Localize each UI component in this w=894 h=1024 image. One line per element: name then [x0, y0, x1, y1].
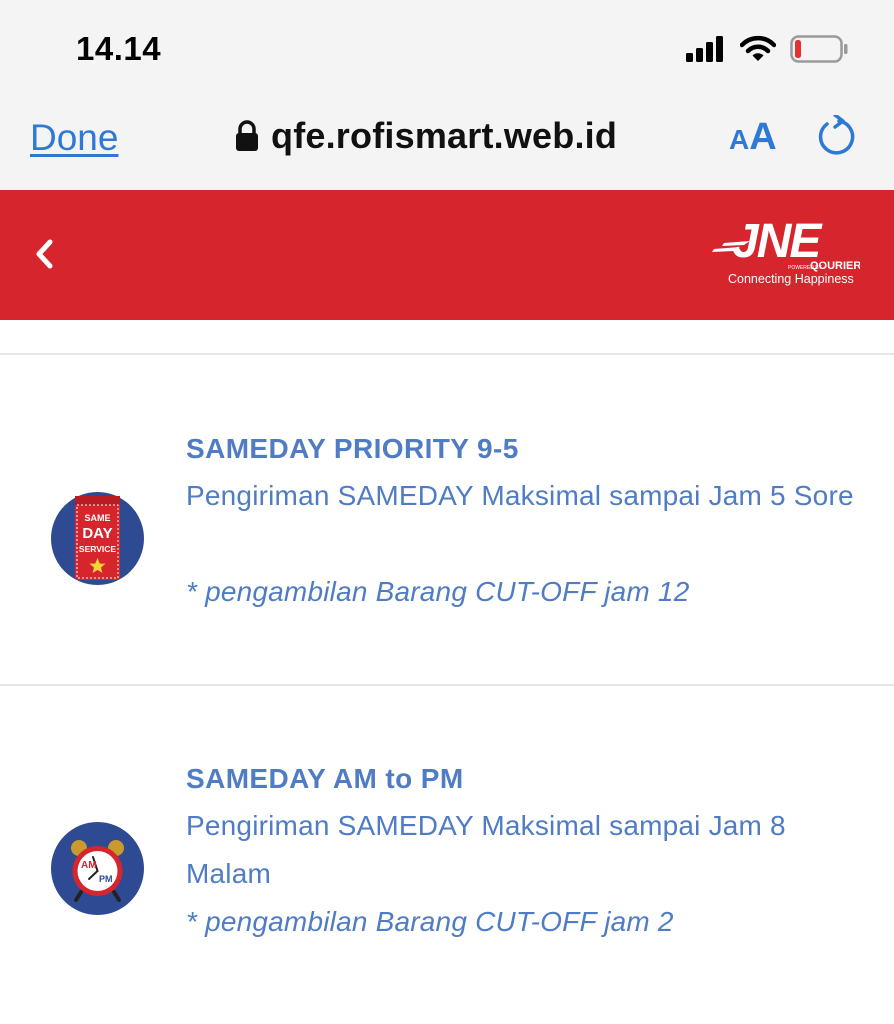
clock-text-am: AM	[81, 860, 97, 871]
alarm-clock-icon: AM PM	[51, 822, 144, 915]
service-note: * pengambilan Barang CUT-OFF jam 12	[186, 576, 690, 607]
badge-text-day: DAY	[82, 525, 112, 542]
back-chevron-icon[interactable]	[30, 234, 60, 274]
status-time: 14.14	[76, 30, 162, 67]
sameday-service-badge-icon: SAME DAY SERVICE	[51, 492, 144, 585]
url-text: qfe.rofismart.web.id	[271, 115, 618, 156]
divider	[0, 353, 894, 355]
text-size-button[interactable]: AA	[729, 116, 777, 159]
reload-icon[interactable]	[815, 115, 857, 159]
lock-icon	[236, 120, 258, 151]
service-description: Pengiriman SAMEDAY Maksimal sampai Jam 5…	[186, 480, 854, 511]
badge-text-same: SAME	[84, 513, 110, 523]
status-icons	[686, 34, 848, 64]
jne-tagline: Connecting Happiness	[728, 272, 854, 286]
service-note: * pengambilan Barang CUT-OFF jam 2	[186, 906, 674, 937]
jne-logo: JNE POWERED BY QOURIER Connecting Happin…	[712, 215, 860, 286]
text-size-big: A	[749, 116, 777, 158]
signal-icon	[686, 36, 723, 62]
badge-text-service: SERVICE	[79, 544, 116, 554]
service-title: SAMEDAY PRIORITY 9-5	[186, 433, 519, 464]
service-description: Pengiriman SAMEDAY Maksimal sampai Jam 8…	[186, 810, 786, 889]
clock-text-pm: PM	[99, 874, 113, 884]
battery-low-icon	[790, 35, 848, 63]
service-title: SAMEDAY AM to PM	[186, 763, 464, 794]
done-button[interactable]: Done	[30, 117, 118, 159]
jne-qourier: QOURIER	[810, 260, 860, 272]
address-bar[interactable]: qfe.rofismart.web.id	[235, 115, 617, 157]
wifi-icon	[740, 35, 776, 61]
text-size-small: A	[729, 124, 750, 155]
